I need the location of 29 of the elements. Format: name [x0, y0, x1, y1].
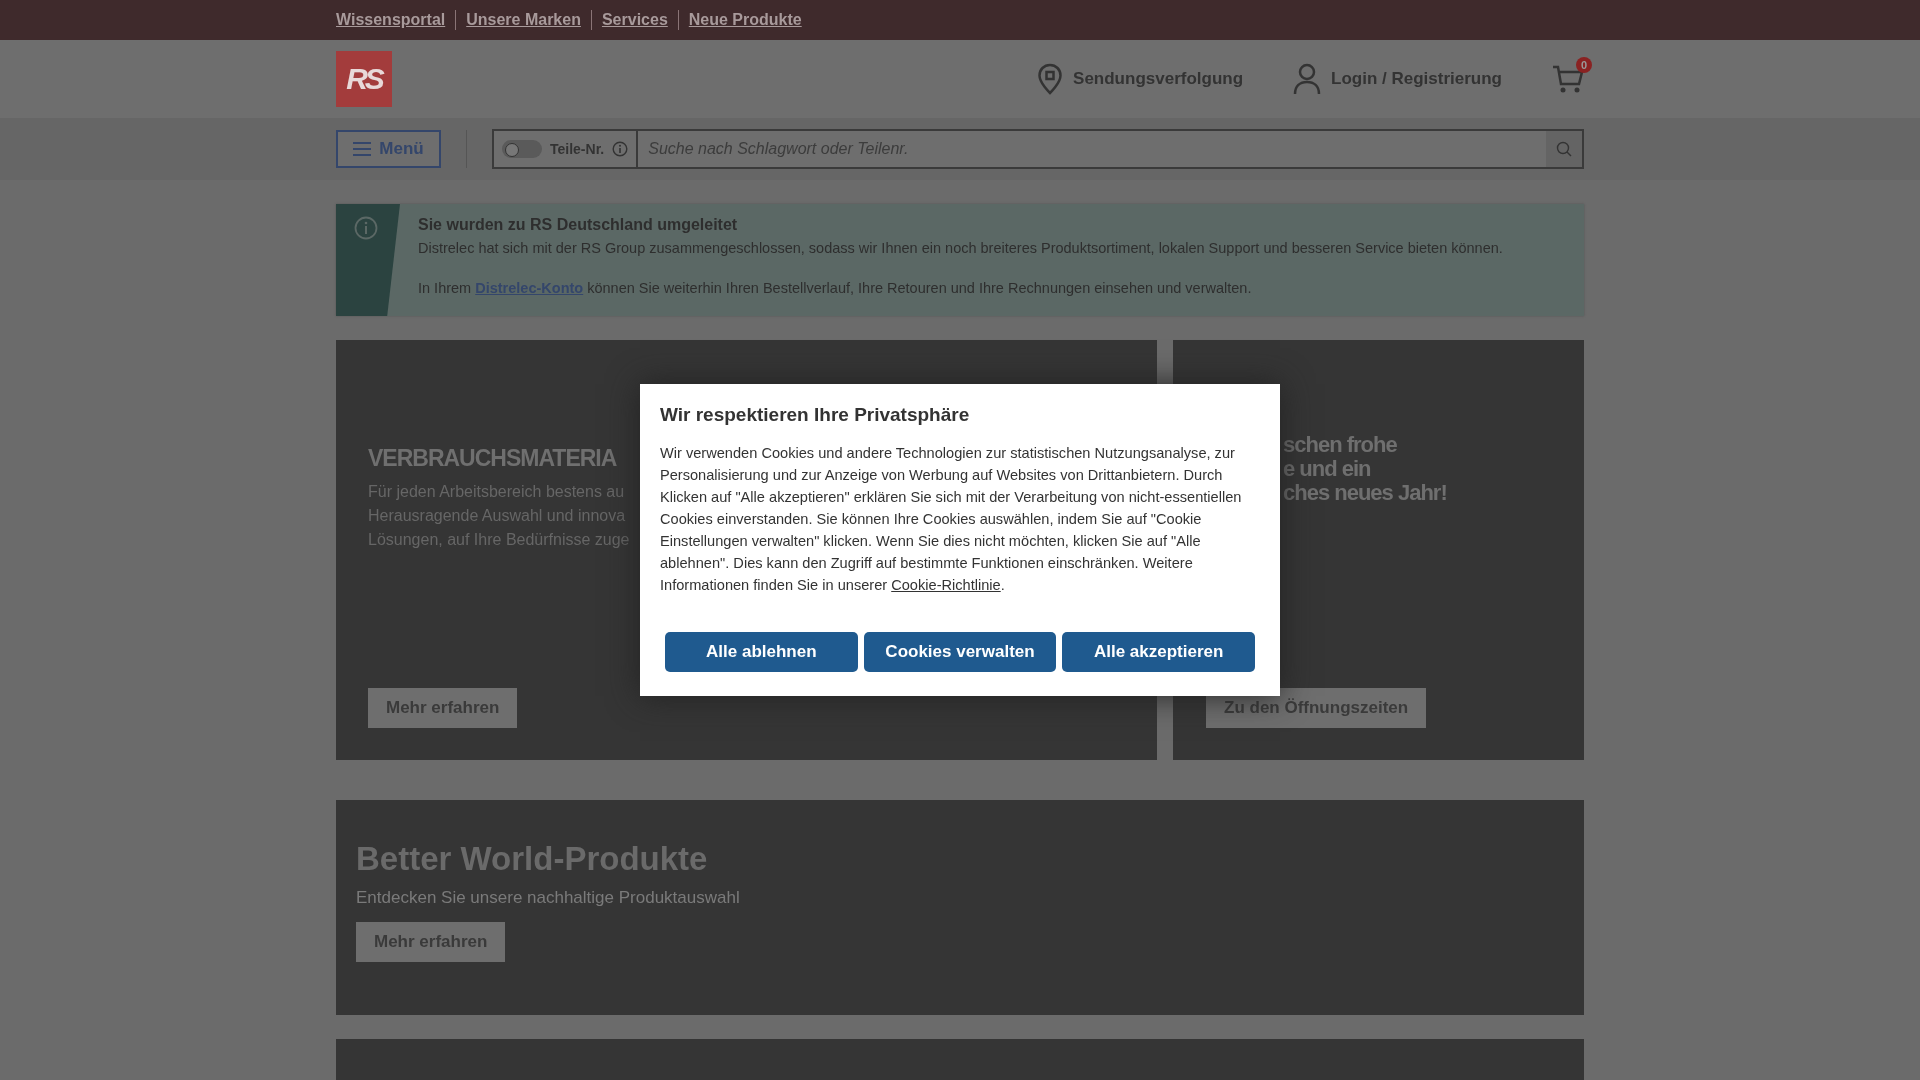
cart-count-badge: 0 [1576, 57, 1592, 73]
feature-text: Entdecken Sie unsere nachhaltige Produktauswahl [356, 888, 741, 908]
promo-heading: ches neues Jahr! [1283, 479, 1447, 507]
part-number-switch[interactable] [502, 140, 542, 158]
top-nav-link[interactable]: Services [590, 10, 678, 30]
info-icon[interactable] [612, 141, 629, 157]
cookie-button[interactable]: Cookies verwalten [863, 632, 1057, 672]
promo-heading: VERBRAUCHSMATERIA [368, 444, 617, 473]
top-nav-link[interactable]: Wissensportal [336, 10, 456, 30]
menu-icon [353, 141, 372, 157]
part-number-label: Teile-Nr. [550, 141, 605, 157]
notice-title: Sie wurden zu RS Deutschland umgeleitet [418, 216, 739, 234]
top-nav-link[interactable]: Neue Produkte [677, 10, 812, 30]
top-nav-link[interactable]: Unsere Marken [455, 10, 591, 30]
login-link[interactable]: Login / Registrierung [1293, 63, 1502, 95]
notice-text: Distrelec hat sich mit der RS Group zusammengeschlossen, sodass wir Ihnen ein noch breiteres Produktsortiment, lokalen Support und besseren Service bieten können. [418, 239, 1503, 258]
cookie-button[interactable]: Alle ablehnen [665, 632, 858, 672]
promo-heading: schen frohe [1283, 431, 1397, 459]
cookie-policy-link[interactable]: Cookie-Richtlinie [891, 577, 1001, 593]
dialog-title: Wir respektieren Ihre Privatsphäre [660, 404, 971, 426]
location-pin-icon [1037, 63, 1064, 95]
cookie-button[interactable]: Alle akzeptieren [1062, 632, 1255, 672]
dialog-text: Wir verwenden Cookies und andere Technologien zur statistischen Nutzungsanalyse, zur Personalisierung und zur Anzeige von Werbung auf Websites von Drittanbietern. Durch Klicken auf "Alle akzeptieren" erklären Sie sich mit der Verarbeitung von nicht-essentiellen Cookies einverstanden. Sie können Ihre Cookies auswählen, indem Sie auf "Cookie Einstellungen verwalten" klicken. Wenn Sie dies nicht möchten, klicken Sie auf "Alle ablehnen". Dies kann den Zugriff auf bestimmte Funktionen einschränken. Weitere Informationen finden Sie in unserer Cookie-Richtlinie. [660, 444, 1243, 595]
user-icon [1293, 63, 1322, 95]
search-icon [1556, 141, 1572, 157]
tracking-link[interactable]: Sendungsverfolgung [1037, 63, 1244, 95]
logo[interactable]: RS [336, 51, 392, 107]
info-icon [354, 216, 378, 240]
search-button[interactable] [1546, 131, 1582, 167]
